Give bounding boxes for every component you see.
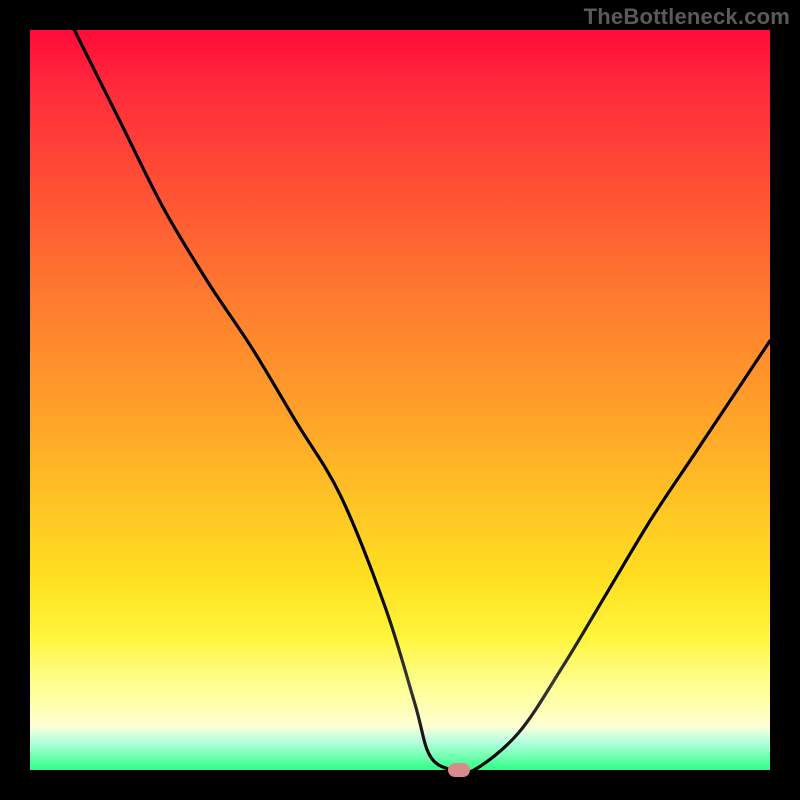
plot-area <box>30 30 770 770</box>
watermark-text: TheBottleneck.com <box>584 4 790 30</box>
optimum-marker <box>448 763 470 777</box>
bottleneck-curve <box>30 30 770 770</box>
chart-frame: TheBottleneck.com <box>0 0 800 800</box>
